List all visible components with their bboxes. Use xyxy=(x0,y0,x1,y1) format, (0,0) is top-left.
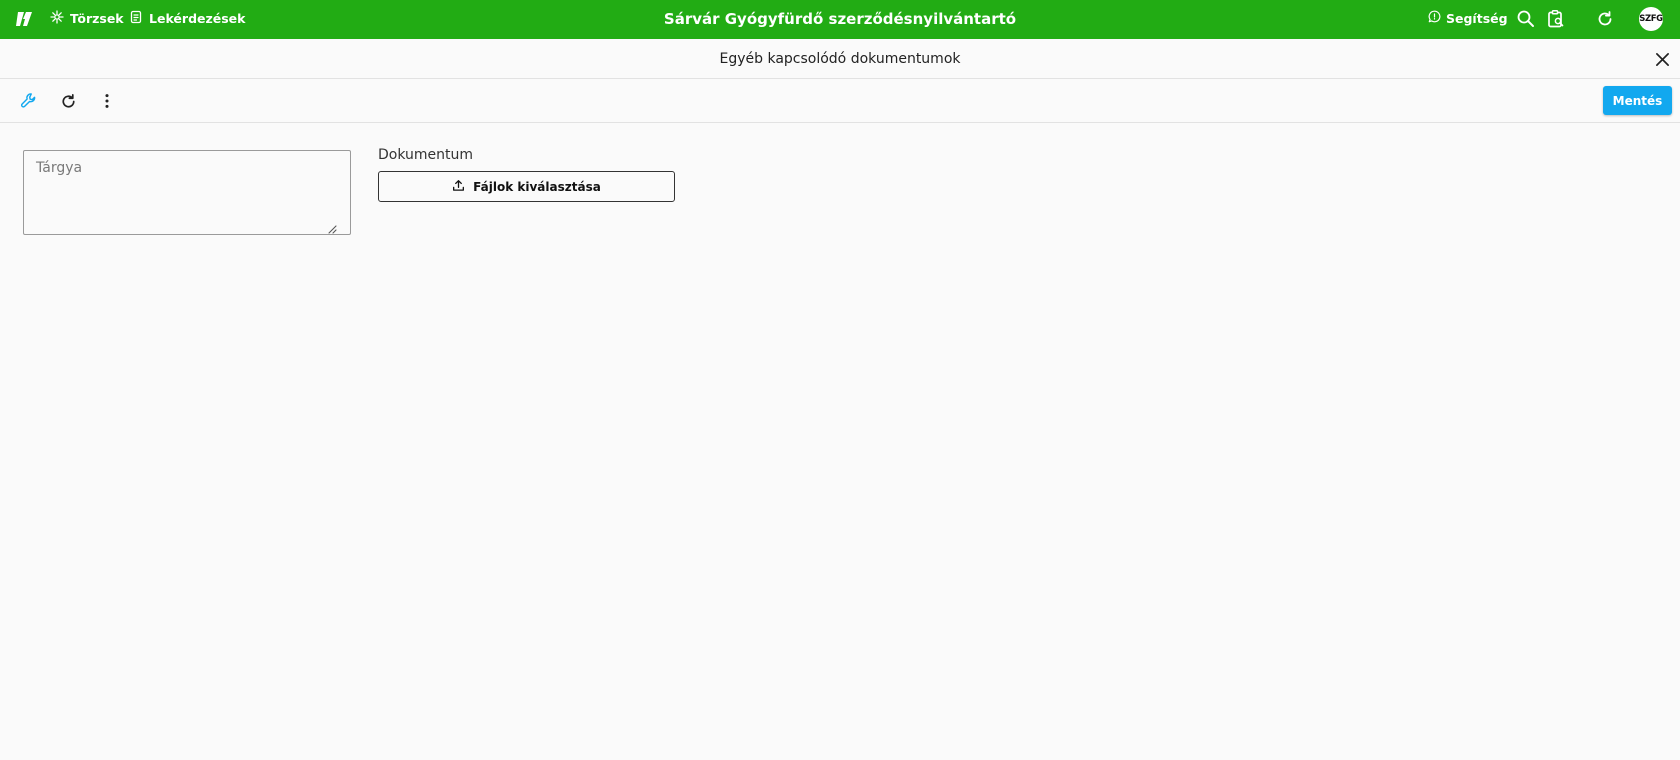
refresh-icon[interactable] xyxy=(1594,8,1616,30)
search-icon[interactable] xyxy=(1515,8,1537,30)
subject-input[interactable] xyxy=(24,151,350,234)
select-files-button[interactable]: Fájlok kiválasztása xyxy=(378,171,675,202)
app-title: Sárvár Gyógyfürdő szerződésnyilvántartó xyxy=(663,9,1017,28)
nav-torzsek-label: Törzsek xyxy=(70,10,124,26)
clipboard-search-icon[interactable] xyxy=(1545,8,1567,30)
nav-torzsek[interactable]: Törzsek xyxy=(50,0,124,36)
dialog-header: Egyéb kapcsolódó dokumentumok xyxy=(0,39,1680,79)
wrench-icon[interactable] xyxy=(17,89,41,113)
brand-logo-icon[interactable] xyxy=(15,9,35,29)
subject-field xyxy=(23,150,351,235)
refresh-icon[interactable] xyxy=(56,89,80,113)
help-button[interactable]: Segítség xyxy=(1428,0,1508,36)
save-button[interactable]: Mentés xyxy=(1603,86,1672,115)
nav-lekerdezesek[interactable]: Lekérdezések xyxy=(129,0,245,36)
avatar[interactable]: SZFG xyxy=(1639,7,1663,31)
document-label: Dokumentum xyxy=(378,147,474,163)
report-document-icon xyxy=(129,10,143,27)
dialog-title: Egyéb kapcsolódó dokumentumok xyxy=(719,51,961,67)
resize-handle-icon[interactable] xyxy=(328,219,337,234)
select-files-label: Fájlok kiválasztása xyxy=(473,179,601,194)
close-icon[interactable] xyxy=(1652,49,1672,69)
help-label: Segítség xyxy=(1446,10,1508,26)
nav-lekerdezesek-label: Lekérdezések xyxy=(149,10,246,26)
app-bar: Törzsek Lekérdezések Sárvár Gyógyfürdő s… xyxy=(0,0,1680,39)
more-vertical-icon[interactable] xyxy=(95,89,119,113)
settings-cog-icon xyxy=(50,9,64,27)
upload-icon xyxy=(452,179,465,195)
toolbar xyxy=(0,79,1680,123)
help-chat-icon xyxy=(1428,10,1441,26)
